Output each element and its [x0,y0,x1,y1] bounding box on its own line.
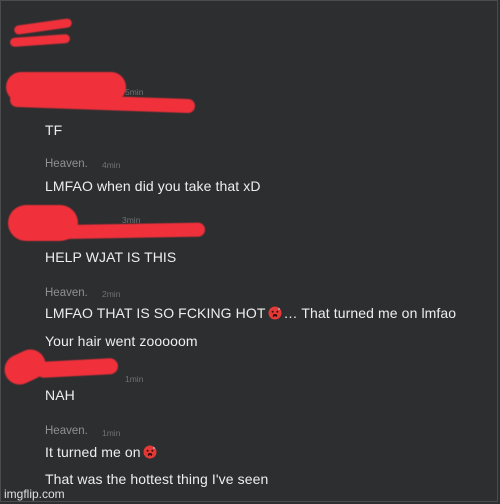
message-timestamp: 2min [102,289,121,299]
message-timestamp: 5min [125,87,144,97]
message-text: HELP WJAT IS THIS [45,249,177,265]
hot-face-emoji-icon [268,306,282,320]
message-text: That was the hottest thing I've seen [45,471,269,487]
hot-face-emoji-icon [143,445,157,459]
message-text: LMFAO when did you take that xD [45,178,261,194]
message-text: Your hair went zooooom [45,333,198,349]
redaction-mark-username [39,222,206,240]
message-text-part: It turned me on [45,444,141,460]
message-timestamp: 1min [125,374,144,384]
message-timestamp: 3min [122,215,141,225]
message-text: It turned me on [45,444,159,460]
message-timestamp: 1min [102,428,121,438]
message-text: TF [45,122,63,138]
message-text-part: … That turned me on lmfao [283,305,457,321]
message-timestamp: 4min [102,160,121,170]
watermark-text: imgflip.com [4,487,65,501]
message-text-part: LMFAO THAT IS SO FCKING HOT [45,305,266,321]
message-author: Heaven. [45,287,88,299]
message-text: LMFAO THAT IS SO FCKING HOT … That turned… [45,305,456,321]
message-author: Heaven. [45,158,88,170]
message-author: Heaven. [45,425,88,437]
message-text: NAH [45,387,75,403]
